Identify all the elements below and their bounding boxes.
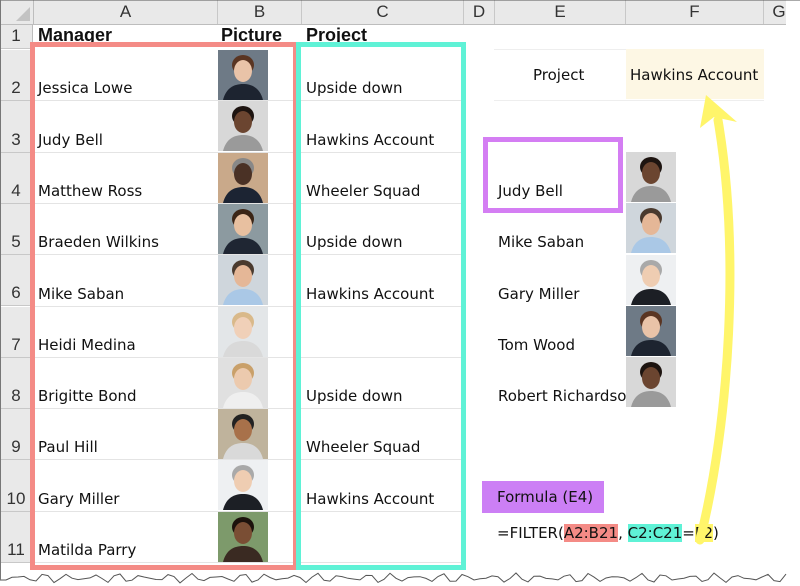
spreadsheet: A B C D E F G 1 2 3 4 5 6 7 8 9 10 11 Manager Pic… xyxy=(0,0,786,580)
criteria-arrow xyxy=(695,95,737,545)
criteria-arrow-shaft xyxy=(695,115,735,545)
